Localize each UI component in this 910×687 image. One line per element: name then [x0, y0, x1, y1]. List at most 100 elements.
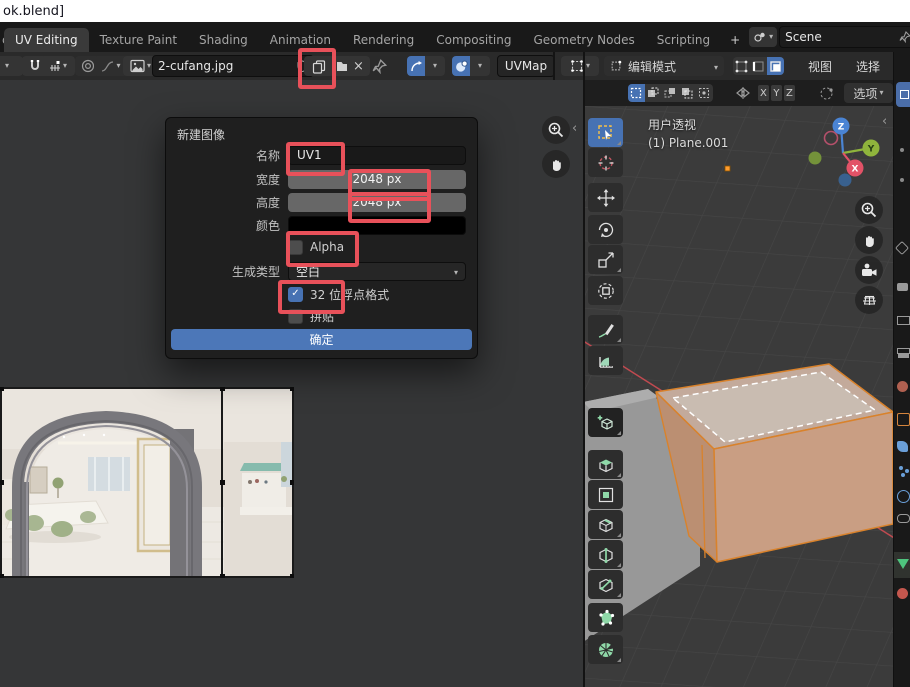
tool-spin[interactable] [588, 635, 623, 664]
scene-name-field[interactable]: Scene [779, 26, 910, 48]
gizmo-x-label: X [852, 165, 859, 175]
vp-region-collapse-arrow[interactable]: ‹ [882, 114, 887, 129]
tab-compositing[interactable]: Compositing [425, 28, 522, 52]
add-workspace-button[interactable]: + [721, 28, 749, 52]
tab-output-icon[interactable] [897, 316, 910, 325]
tool-annotate[interactable] [588, 315, 623, 344]
tab-modifier-icon[interactable] [897, 441, 908, 452]
mirror-x-button[interactable]: X [758, 85, 769, 101]
snap-mode-dropdown[interactable] [41, 56, 75, 76]
color-swatch[interactable] [288, 216, 466, 235]
tab-geometry-nodes[interactable]: Geometry Nodes [522, 28, 645, 52]
menu-view[interactable]: 视图 [800, 58, 840, 75]
select-op-set-button[interactable] [628, 84, 645, 102]
display-channels-dropdown[interactable] [470, 56, 490, 76]
tab-shading[interactable]: Shading [188, 28, 259, 52]
color-row: 颜色 [166, 215, 477, 235]
snap-increment-icon [49, 60, 61, 72]
tab-rendering[interactable]: Rendering [342, 28, 425, 52]
selected-mesh-plane001[interactable] [656, 364, 893, 562]
tab-material-icon[interactable] [897, 588, 908, 599]
tool-measure[interactable] [588, 346, 623, 375]
select-op-extend-button[interactable] [645, 84, 662, 102]
mirror-y-button[interactable]: Y [771, 85, 782, 101]
tiled-checkbox[interactable] [288, 309, 303, 324]
tool-inset-faces[interactable] [588, 480, 623, 509]
image-name-field[interactable]: 2-cufang.jpg [152, 55, 314, 77]
uv-region-collapse-arrow[interactable]: ‹ [572, 121, 577, 136]
tab-constraints-icon[interactable] [897, 514, 910, 523]
vp-zoom-button[interactable] [855, 196, 883, 224]
edge-select-button[interactable] [750, 57, 767, 75]
alpha-checkbox[interactable] [288, 240, 303, 255]
tool-transform[interactable] [588, 276, 623, 305]
tab-physics-icon[interactable] [897, 490, 910, 503]
navigation-gizmo[interactable]: Z Y X [802, 108, 894, 200]
tab-scripting[interactable]: Scripting [646, 28, 721, 52]
tool-move[interactable] [588, 183, 623, 212]
tab-uv-editing[interactable]: UV Editing [4, 28, 89, 52]
select-op-subtract-button[interactable] [662, 84, 679, 102]
uv-zoom-button[interactable] [542, 116, 570, 144]
vp-ortho-toggle-button[interactable] [855, 286, 883, 314]
width-slider[interactable]: 2048 px [288, 170, 466, 189]
menu-select[interactable]: 选择 [848, 58, 888, 75]
scene-browse-button[interactable] [749, 27, 777, 47]
select-op-invert-button[interactable] [679, 84, 696, 102]
tab-world-icon[interactable] [897, 381, 908, 392]
gizmo-neg-y-ball[interactable] [809, 152, 822, 165]
tab-particles-icon[interactable] [899, 466, 903, 470]
tab-tool-icon[interactable] [895, 241, 909, 255]
tool-select-box[interactable] [588, 118, 623, 147]
vertex-select-button[interactable] [733, 57, 750, 75]
properties-active-tool-tab[interactable] [896, 82, 910, 107]
mode-dropdown[interactable]: 编辑模式 [604, 56, 724, 76]
tool-extrude-region[interactable] [588, 450, 623, 479]
uv-snap-group [407, 56, 445, 76]
generated-type-dropdown[interactable]: 空白 [288, 262, 466, 281]
gizmo-neg-x-ball[interactable] [825, 132, 838, 145]
mirror-z-button[interactable]: Z [784, 85, 795, 101]
height-slider[interactable]: 2048 px [288, 193, 466, 212]
tab-texture-paint[interactable]: Texture Paint [89, 28, 188, 52]
editor-separator[interactable] [583, 52, 585, 687]
options-dropdown[interactable]: 选项 [844, 83, 893, 103]
tab-render-icon[interactable] [897, 283, 908, 291]
tool-poly-build[interactable] [588, 603, 623, 632]
tab-view-layer-icon[interactable] [897, 348, 910, 354]
uv-pan-button[interactable] [542, 150, 570, 178]
vp-pan-button[interactable] [855, 226, 883, 254]
rotate-icon [596, 220, 616, 240]
correct-face-attributes-toggle[interactable] [819, 86, 834, 101]
tool-loop-cut[interactable] [588, 540, 623, 569]
tool-scale[interactable] [588, 245, 623, 274]
unlink-image-button[interactable] [347, 56, 370, 76]
tab-object-data-icon[interactable] [897, 559, 909, 569]
uv-sync-button[interactable] [407, 56, 425, 76]
uv-sync-dropdown[interactable] [425, 56, 445, 76]
mirror-toggle[interactable] [735, 85, 751, 101]
ok-button[interactable]: 确定 [171, 329, 472, 350]
select-invert-icon [681, 87, 693, 99]
generated-type-row: 生成类型 空白 [166, 261, 477, 281]
tool-bevel[interactable] [588, 510, 623, 539]
tool-cursor[interactable] [588, 148, 623, 177]
select-op-intersect-button[interactable] [696, 84, 713, 102]
face-select-button[interactable] [767, 57, 784, 75]
tool-knife[interactable] [588, 570, 623, 599]
pin-id-button[interactable] [372, 59, 387, 74]
tab-animation[interactable]: Animation [259, 28, 342, 52]
uv-map-field[interactable]: UVMap [497, 55, 555, 77]
tab-object-icon[interactable] [897, 413, 910, 426]
tool-rotate[interactable] [588, 215, 623, 244]
float32-checkbox[interactable] [288, 287, 303, 302]
tool-add-cube[interactable] [588, 408, 623, 437]
mode-icon-dropdown[interactable] [561, 56, 599, 76]
editor-type-dropdown[interactable] [0, 56, 23, 76]
vp-camera-view-button[interactable] [855, 256, 883, 284]
uv-image-canvas[interactable] [0, 387, 294, 578]
gizmo-neg-z-ball[interactable] [839, 174, 852, 187]
display-channels-button[interactable] [452, 56, 470, 76]
name-input[interactable]: UV1 [288, 146, 466, 165]
pin-icon[interactable] [899, 31, 910, 43]
